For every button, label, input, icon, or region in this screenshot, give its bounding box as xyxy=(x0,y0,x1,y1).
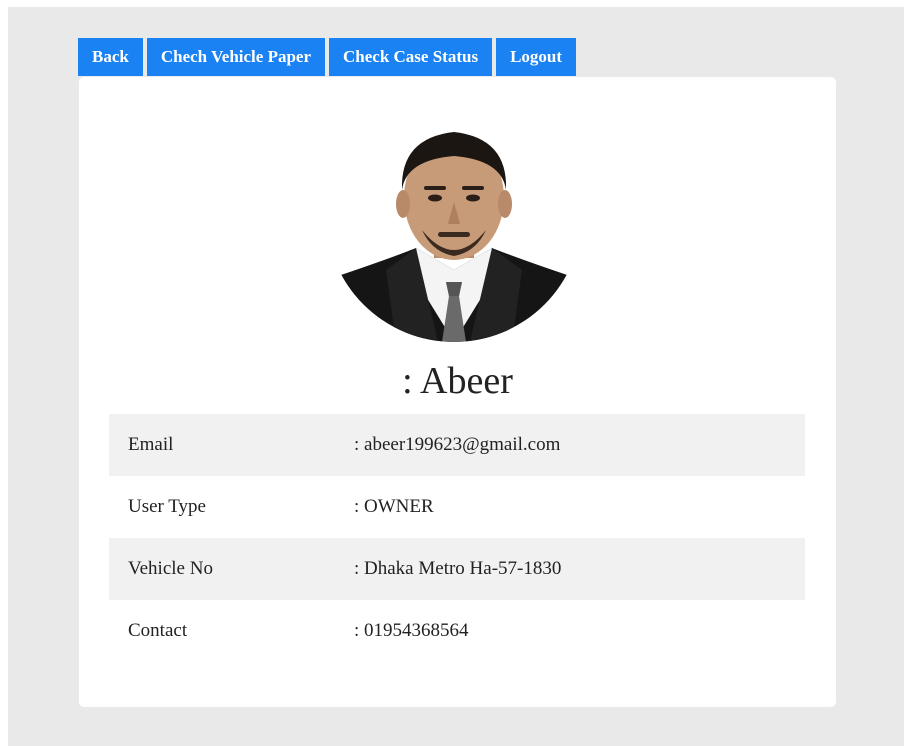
profile-name: : Abeer xyxy=(402,360,513,402)
user-type-value: : OWNER xyxy=(354,496,434,517)
user-type-label: User Type xyxy=(128,496,206,517)
page-background: Back Chech Vehicle Paper Check Case Stat… xyxy=(8,7,904,746)
email-label: Email xyxy=(128,434,174,455)
profile-info-table: Email : abeer199623@gmail.com User Type … xyxy=(109,414,805,662)
check-case-status-button[interactable]: Check Case Status xyxy=(329,38,493,76)
nav-bar: Back Chech Vehicle Paper Check Case Stat… xyxy=(78,38,577,76)
profile-card: : Abeer Email : abeer199623@gmail.com Us… xyxy=(79,77,836,707)
user-type-row: User Type : OWNER xyxy=(109,476,805,538)
email-value: : abeer199623@gmail.com xyxy=(354,434,561,455)
vehicle-no-row: Vehicle No : Dhaka Metro Ha-57-1830 xyxy=(109,538,805,600)
vehicle-no-label: Vehicle No xyxy=(128,558,213,579)
avatar xyxy=(326,120,582,342)
contact-row: Contact : 01954368564 xyxy=(109,600,805,662)
check-vehicle-paper-button[interactable]: Chech Vehicle Paper xyxy=(146,38,325,76)
contact-label: Contact xyxy=(128,620,188,641)
back-button[interactable]: Back xyxy=(78,38,143,76)
vehicle-no-value: : Dhaka Metro Ha-57-1830 xyxy=(354,558,562,579)
contact-value: : 01954368564 xyxy=(354,620,469,641)
profile-photo xyxy=(326,120,582,342)
email-row: Email : abeer199623@gmail.com xyxy=(109,414,805,476)
logout-button[interactable]: Logout xyxy=(496,38,577,76)
